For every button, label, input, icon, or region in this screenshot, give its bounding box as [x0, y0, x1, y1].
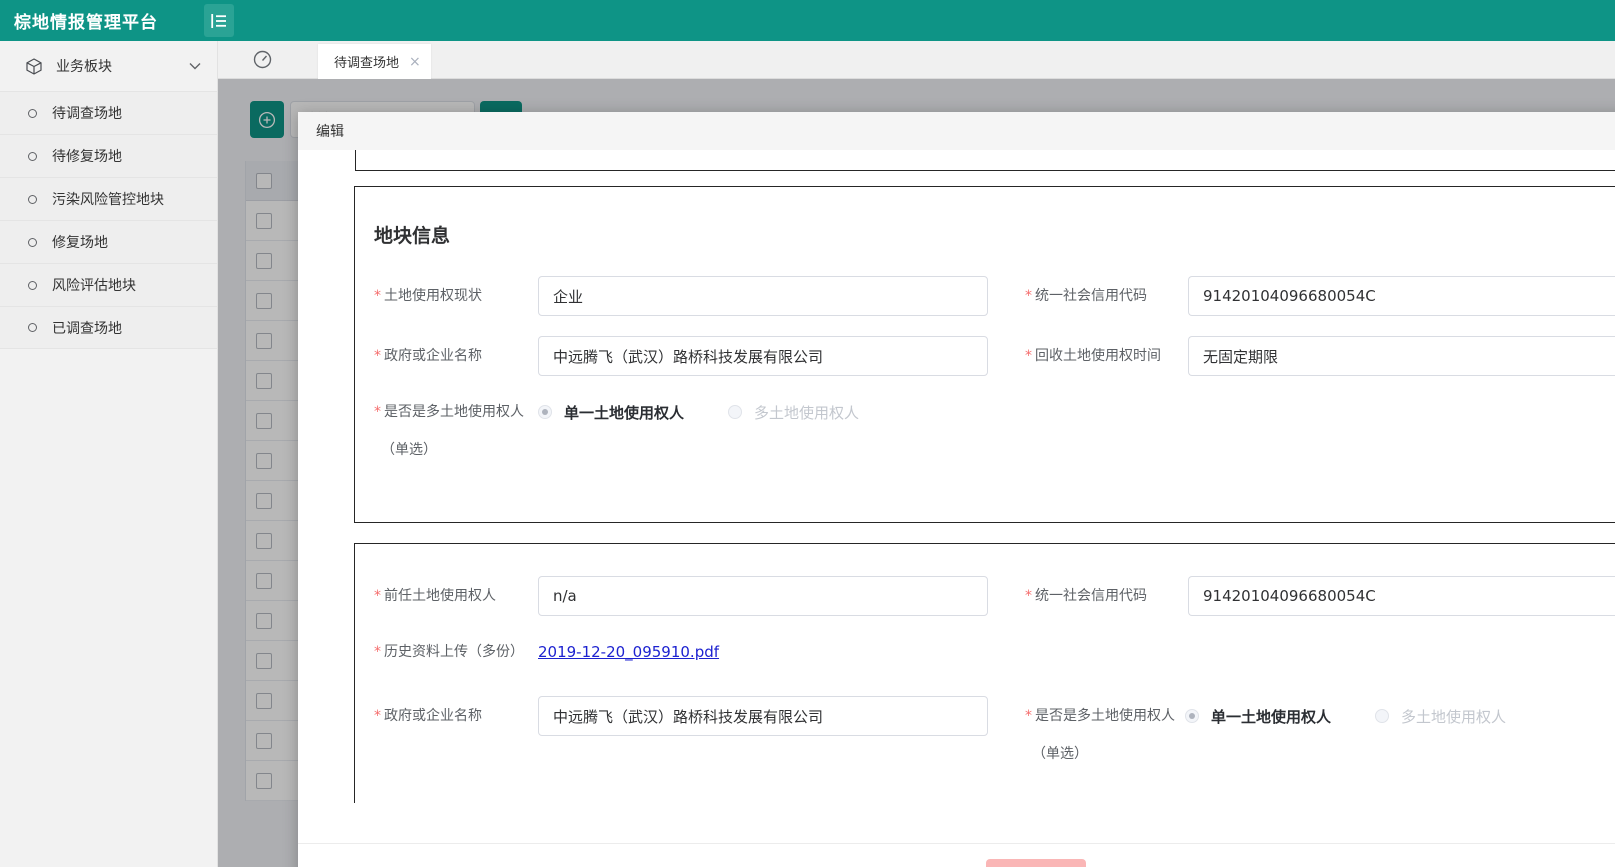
app-window: 棕地情报管理平台 业务板块 — [0, 0, 1615, 867]
tab-label: 待调查场地 — [334, 52, 399, 71]
required-mark: * — [374, 348, 381, 364]
field-label-org-name-2: *政府或企业名称 — [374, 696, 538, 736]
sidebar: 业务板块 待调查场地待修复场地污染风险管控地块修复场地风险评估地块已调查场地 — [0, 41, 218, 867]
field-label-credit-code: *统一社会信用代码 — [1025, 276, 1188, 316]
required-mark: * — [1025, 288, 1032, 304]
radio-single-owner-2[interactable]: 单一土地使用权人 — [1185, 706, 1331, 727]
radio-single-owner[interactable]: 单一土地使用权人 — [538, 402, 684, 423]
dialog-footer: 归档文件 — [298, 843, 1615, 867]
recover-time-input[interactable] — [1188, 336, 1615, 376]
archive-file-button[interactable]: 归档文件 — [986, 859, 1086, 867]
sidebar-item[interactable]: 修复场地 — [0, 220, 217, 263]
field-label-credit-code-2: *统一社会信用代码 — [1025, 576, 1188, 616]
hamburger-icon — [209, 12, 229, 30]
prev-owner-input[interactable] — [538, 576, 988, 616]
org-name-input-2[interactable] — [538, 696, 988, 736]
credit-code-input-2[interactable] — [1188, 576, 1615, 616]
sidebar-item[interactable]: 已调查场地 — [0, 306, 217, 349]
required-mark: * — [374, 288, 381, 304]
sidebar-fold-button[interactable] — [204, 4, 234, 37]
field-label-multi-owner: *是否是多土地使用权人 （单选） — [374, 392, 538, 461]
radio-selected-icon — [1185, 709, 1199, 723]
form-row: *前任土地使用权人 *统一社会信用代码 — [374, 576, 1615, 616]
field-label-prev-owner: *前任土地使用权人 — [374, 576, 538, 616]
dialog-title: 编辑 — [316, 121, 344, 141]
history-file-link[interactable]: 2019-12-20_095910.pdf — [538, 642, 719, 662]
form-row: *政府或企业名称 *是否是多土地使用权人 （单选） 单一土地使用权人 — [374, 696, 1615, 765]
single-choice-note: （单选） — [374, 439, 538, 461]
land-use-status-input[interactable] — [538, 276, 988, 316]
multi-owner-radio-group-2: 单一土地使用权人 多土地使用权人 — [1185, 696, 1506, 736]
tab-pending-survey-sites[interactable]: 待调查场地 × — [318, 44, 431, 79]
sidebar-item[interactable]: 风险评估地块 — [0, 263, 217, 306]
single-choice-note: （单选） — [1025, 743, 1185, 765]
tab-close-icon[interactable]: × — [409, 54, 421, 70]
required-mark: * — [374, 404, 381, 420]
form-row: *是否是多土地使用权人 （单选） 单一土地使用权人 多土地使用权人 — [374, 392, 1615, 461]
field-label-org-name: *政府或企业名称 — [374, 336, 538, 376]
circle-bullet-icon — [28, 238, 37, 247]
radio-unselected-icon — [728, 405, 742, 419]
sidebar-item[interactable]: 污染风险管控地块 — [0, 177, 217, 220]
previous-section-box-bottom — [355, 150, 1615, 171]
circle-bullet-icon — [28, 152, 37, 161]
required-mark: * — [374, 588, 381, 604]
radio-multi-owner[interactable]: 多土地使用权人 — [728, 402, 859, 423]
cube-icon — [26, 58, 42, 75]
radio-selected-icon — [538, 405, 552, 419]
form-row: *历史资料上传（多份） 2019-12-20_095910.pdf — [374, 642, 1615, 662]
edit-dialog: 编辑 地块信息 *土地使用权现状 *统一社会信用代码 — [298, 112, 1615, 867]
credit-code-input[interactable] — [1188, 276, 1615, 316]
required-mark: * — [1025, 588, 1032, 604]
circle-bullet-icon — [28, 109, 37, 118]
circle-bullet-icon — [28, 323, 37, 332]
dialog-body: 地块信息 *土地使用权现状 *统一社会信用代码 *政府或企业名称 — [298, 150, 1615, 867]
dialog-header: 编辑 — [298, 112, 1615, 150]
form-row: *政府或企业名称 *回收土地使用权时间 — [374, 336, 1615, 376]
sidebar-section-business[interactable]: 业务板块 — [0, 41, 217, 91]
radio-unselected-icon — [1375, 709, 1389, 723]
circle-bullet-icon — [28, 281, 37, 290]
parcel-info-box: 地块信息 *土地使用权现状 *统一社会信用代码 *政府或企业名称 — [354, 186, 1615, 523]
multi-owner-radio-group: 单一土地使用权人 多土地使用权人 — [538, 392, 859, 432]
top-header-bar: 棕地情报管理平台 — [0, 0, 1615, 41]
tab-bar: 待调查场地 × — [218, 41, 1615, 79]
sidebar-section-label: 业务板块 — [56, 56, 189, 76]
required-mark: * — [374, 644, 381, 660]
sidebar-item[interactable]: 待修复场地 — [0, 134, 217, 177]
field-label-recover-time: *回收土地使用权时间 — [1025, 336, 1188, 376]
required-mark: * — [1025, 348, 1032, 364]
chevron-down-icon — [189, 62, 201, 70]
section-heading: 地块信息 — [374, 221, 450, 248]
org-name-input[interactable] — [538, 336, 988, 376]
radio-multi-owner-2[interactable]: 多土地使用权人 — [1375, 706, 1506, 727]
sidebar-item[interactable]: 待调查场地 — [0, 91, 217, 134]
required-mark: * — [374, 708, 381, 724]
field-label-multi-owner-2: *是否是多土地使用权人 （单选） — [1025, 696, 1185, 765]
sidebar-menu: 待调查场地待修复场地污染风险管控地块修复场地风险评估地块已调查场地 — [0, 91, 217, 349]
required-mark: * — [1025, 708, 1032, 724]
circle-bullet-icon — [28, 195, 37, 204]
field-label-land-use-status: *土地使用权现状 — [374, 276, 538, 316]
dashboard-icon[interactable] — [253, 50, 272, 69]
previous-owner-box: *前任土地使用权人 *统一社会信用代码 *历史资料上传（多份） 2019-12-… — [354, 543, 1615, 803]
field-label-history-upload: *历史资料上传（多份） — [374, 642, 538, 662]
app-title: 棕地情报管理平台 — [0, 8, 204, 33]
form-row: *土地使用权现状 *统一社会信用代码 — [374, 276, 1615, 316]
